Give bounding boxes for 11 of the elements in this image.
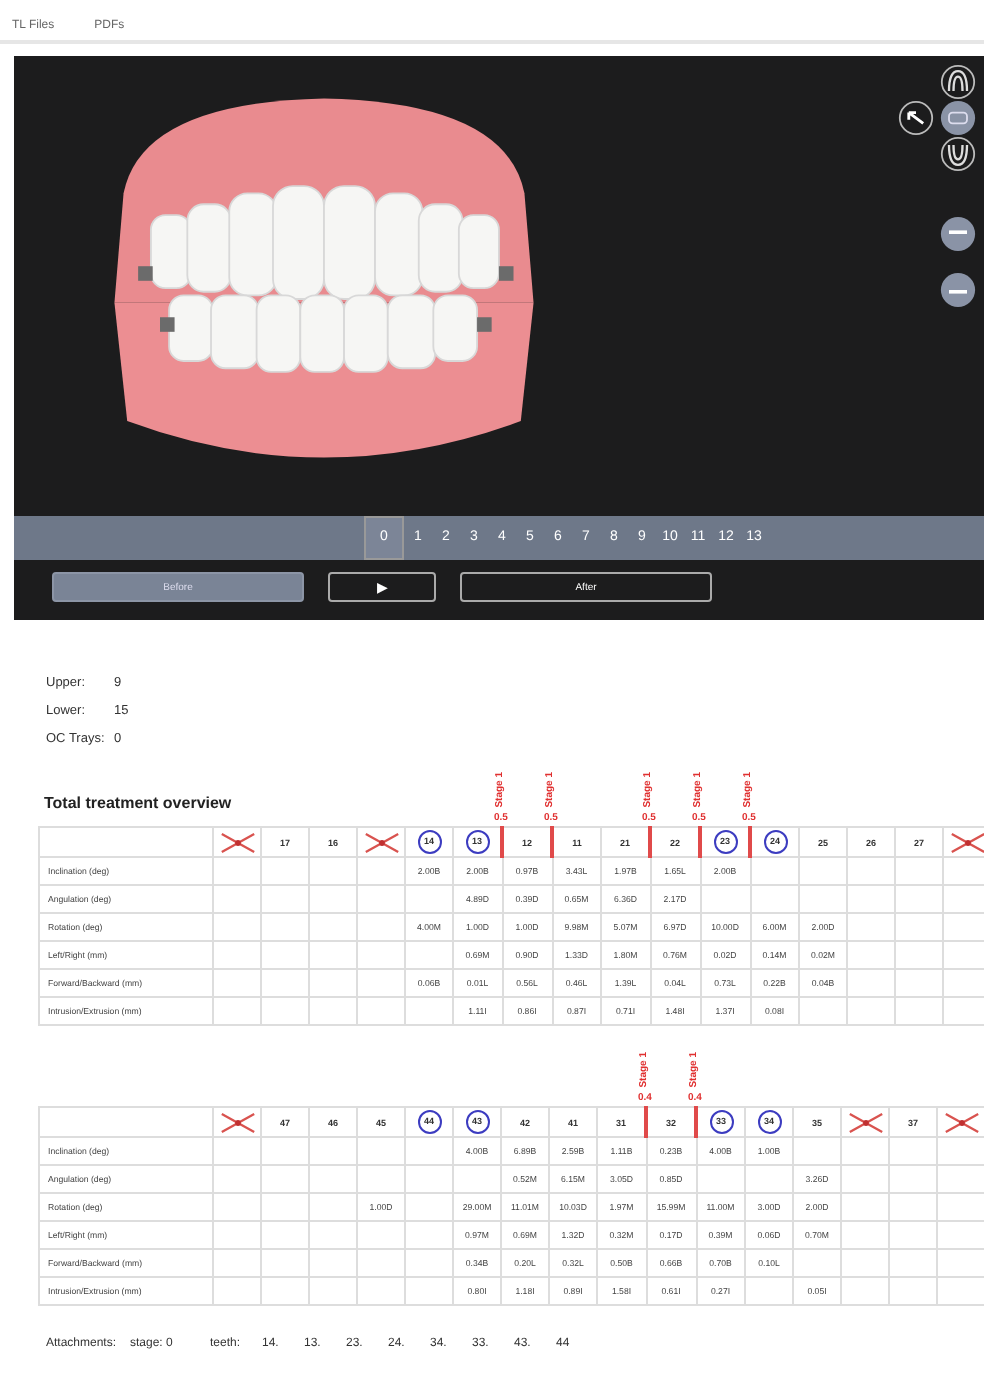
missing-tooth-icon: [943, 1111, 979, 1133]
front-view-icon[interactable]: [940, 100, 976, 136]
missing-tooth-icon: [949, 831, 984, 853]
lower-arch-icon[interactable]: [940, 136, 976, 172]
missing-tooth-icon: [363, 831, 399, 853]
missing-tooth-icon: [219, 831, 255, 853]
missing-tooth-icon: [219, 1111, 255, 1133]
upper-jaw-icon[interactable]: [940, 216, 976, 252]
lower-jaw-icon[interactable]: [940, 272, 976, 308]
missing-tooth-icon: [847, 1111, 883, 1133]
upper-arch-icon[interactable]: [940, 64, 976, 100]
